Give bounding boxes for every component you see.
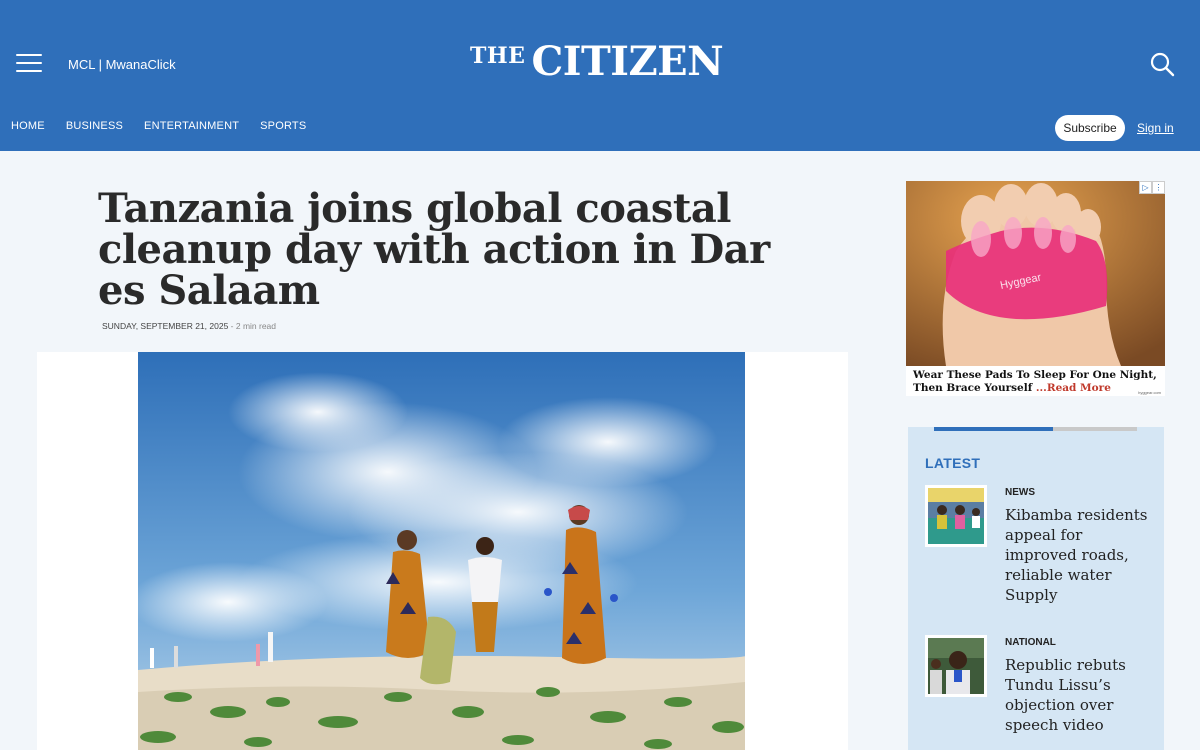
latest-item-title[interactable]: Republic rebuts Tundu Lissu’s objection … (1005, 655, 1155, 735)
ad-more-icon[interactable]: ⋮ (1152, 181, 1165, 194)
menu-icon[interactable] (16, 54, 42, 72)
nav-entertainment[interactable]: ENTERTAINMENT (144, 120, 239, 132)
latest-title: LATEST (925, 455, 981, 471)
article-headline: Tanzania joins global coastal cleanup da… (98, 185, 770, 314)
latest-item-thumbnail[interactable] (925, 635, 987, 697)
search-icon[interactable] (1149, 51, 1175, 77)
adchoices-icon[interactable]: ▷ (1139, 181, 1152, 194)
nav-home[interactable]: HOME (11, 120, 45, 132)
main-nav: HOME BUSINESS ENTERTAINMENT SPORTS (11, 120, 327, 132)
logo-name: CITIZEN (531, 38, 724, 85)
ad-choices[interactable]: ▷ ⋮ (1139, 181, 1165, 194)
nav-business[interactable]: BUSINESS (66, 120, 123, 132)
signin-link[interactable]: Sign in (1137, 121, 1174, 135)
subscribe-button[interactable]: Subscribe (1055, 115, 1125, 141)
logo-prefix: THE (470, 43, 526, 69)
article-photo-frame (37, 352, 848, 750)
ad-copy[interactable]: Wear These Pads To Sleep For One Night, … (913, 369, 1163, 395)
read-time: - 2 min read (228, 321, 277, 331)
latest-item-title[interactable]: Kibamba residents appeal for improved ro… (1005, 505, 1155, 605)
site-header: MCL | MwanaClick THE CITIZEN HOME BUSINES… (0, 0, 1200, 151)
group-link[interactable]: MCL | MwanaClick (68, 57, 176, 72)
site-logo[interactable]: THE CITIZEN (470, 38, 724, 86)
article-photo (138, 352, 745, 750)
ad-image: Hyggear (906, 181, 1165, 366)
latest-item-thumbnail[interactable] (925, 485, 987, 547)
latest-panel: LATEST NEWS Kibamba residents appeal for… (908, 427, 1164, 750)
latest-item-category: NATIONAL (1005, 637, 1056, 648)
sponsored-ad[interactable]: Hyggear ▷ ⋮ Wear These Pads To Sleep For… (906, 181, 1165, 396)
latest-item-category: NEWS (1005, 487, 1035, 498)
ad-source: hyggear.com (1138, 390, 1161, 395)
article-date: SUNDAY, SEPTEMBER 21, 2025 (102, 321, 229, 331)
ad-read-more[interactable]: ...Read More (1036, 382, 1111, 394)
article-dateline: SUNDAY, SEPTEMBER 21, 2025 - 2 min read (102, 321, 276, 331)
nav-sports[interactable]: SPORTS (260, 120, 306, 132)
ad-copy-text: Wear These Pads To Sleep For One Night, … (913, 369, 1157, 394)
latest-tab-indicator (934, 427, 1137, 431)
